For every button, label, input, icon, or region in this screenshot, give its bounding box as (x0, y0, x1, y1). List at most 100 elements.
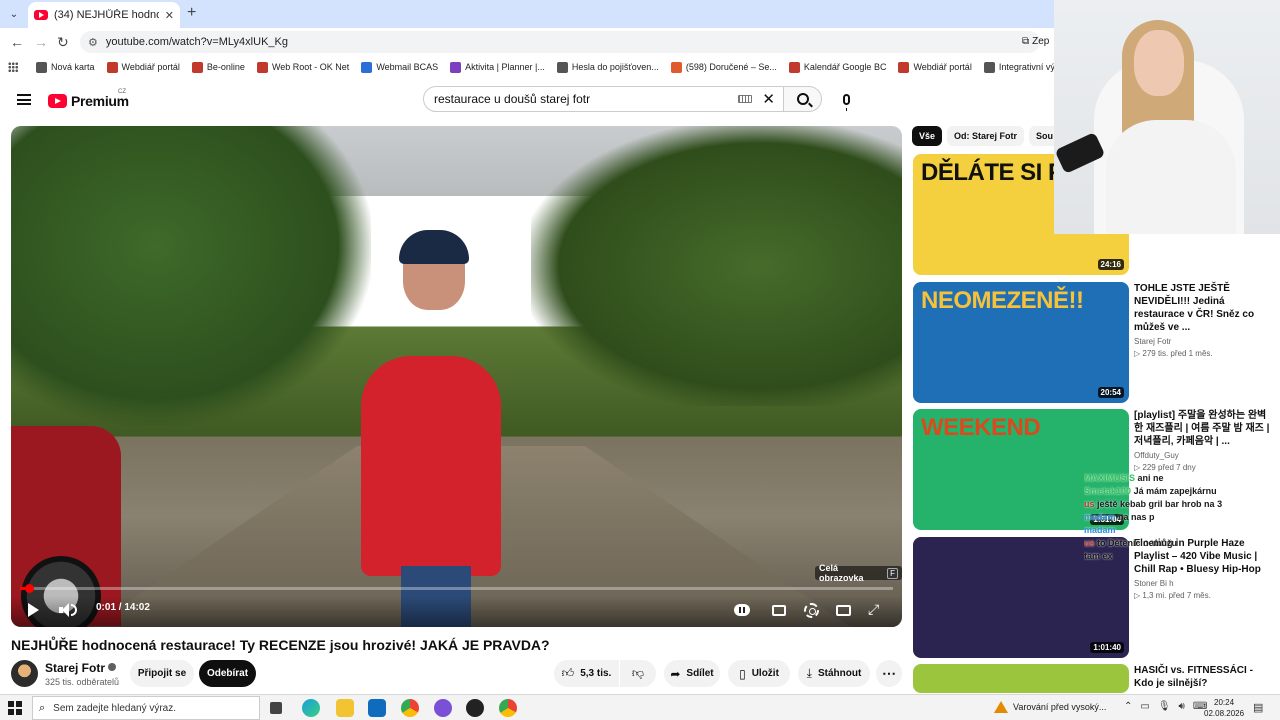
video-player[interactable]: Celá obrazovka F 0:01 / 14:02 ⤢ (11, 126, 902, 627)
bookmark-label: Hesla do pojišťoven... (571, 62, 659, 72)
join-button[interactable]: Připojit se (130, 660, 194, 687)
speaker-icon[interactable]: 🔊︎ (1179, 701, 1185, 712)
bookmark-item[interactable]: Nová karta (36, 61, 95, 73)
recommendation-stats: ▷ 279 tis. před 1 měs. (1134, 349, 1213, 358)
webcam-overlay (1054, 0, 1280, 234)
bookmark-item[interactable]: (598) Doručené – Se... (670, 61, 777, 73)
fullscreen-tooltip-label: Celá obrazovka (819, 563, 864, 583)
filter-chips: Vše Od: Starej Fotr Sou (912, 126, 1054, 146)
search-input[interactable]: restaurace u doušů starej fotr ✕ (423, 86, 784, 112)
video-progress-bar[interactable] (20, 584, 893, 593)
autoplay-toggle-icon[interactable] (734, 604, 750, 616)
weather-warning[interactable]: Varování před vysoký... (994, 701, 1106, 713)
obs-icon[interactable] (466, 699, 484, 717)
thumbnail-text: NEOMEZENĚ!! (921, 287, 1084, 314)
youtube-header: Premium CZ restaurace u doušů starej fot… (0, 78, 1054, 122)
recommendation-thumbnail[interactable] (913, 664, 1129, 693)
thumbnail-text: WEEKEND (921, 414, 1041, 441)
network-icon[interactable]: ▭ (1140, 701, 1149, 712)
save-button[interactable]: ▯ Uložit (728, 660, 790, 687)
address-bar[interactable]: ⚙ youtube.com/watch?v=MLy4xlUK_Kg (80, 31, 1040, 53)
tray-chevron-icon[interactable]: ⌃ (1124, 701, 1132, 712)
logo-text: Premium (71, 93, 129, 109)
forward-arrow-icon[interactable]: → (34, 34, 48, 50)
bookmark-item[interactable]: Aktivita | Planner |... (450, 61, 545, 73)
search-button[interactable] (784, 86, 822, 112)
subscriber-count: 325 tis. odběratelů (45, 677, 120, 687)
task-view-icon[interactable] (270, 702, 282, 714)
bookmark-item[interactable]: Webdiář portál (106, 61, 180, 73)
file-explorer-icon[interactable] (336, 699, 354, 717)
settings-gear-icon[interactable] (804, 603, 819, 618)
fullscreen-icon[interactable]: ⤢ (868, 601, 884, 617)
warning-icon (994, 701, 1008, 713)
voice-search-button[interactable] (832, 86, 860, 112)
bookmark-label: Webdiář portál (121, 62, 180, 72)
windows-start-icon[interactable] (8, 701, 22, 715)
bookmark-label: Webdiář portál (913, 62, 972, 72)
chrome-icon[interactable] (401, 699, 419, 717)
messenger-icon[interactable] (434, 699, 452, 717)
filter-chip[interactable]: Od: Starej Fotr (947, 126, 1025, 146)
filter-chip[interactable]: Vše (912, 126, 943, 146)
chat-text: Já mám zapejkárnu (1133, 486, 1217, 496)
microphone-tray-icon[interactable]: 🎙︎ (1158, 701, 1171, 712)
chat-username: madam (1084, 525, 1116, 535)
site-info-icon[interactable]: ⚙ (88, 36, 98, 49)
more-actions-icon[interactable]: ⋯ (876, 660, 902, 687)
bookmark-item[interactable]: Webdiář portál (898, 61, 972, 73)
channel-avatar[interactable] (11, 660, 38, 687)
chat-text: ani ne (1137, 473, 1164, 483)
apps-grid-icon[interactable] (8, 62, 18, 72)
subtitles-icon[interactable] (772, 605, 786, 616)
bookmark-favicon-icon (191, 61, 203, 73)
bookmark-favicon-icon (106, 61, 118, 73)
notifications-icon[interactable]: ▤ (1253, 701, 1263, 714)
new-tab-plus-icon[interactable]: + (187, 5, 196, 21)
bookmark-item[interactable]: Kalendář Google BC (788, 61, 886, 73)
taskbar-clock[interactable]: 20:24 02.08.2026 (1204, 697, 1244, 719)
tab-close-icon[interactable]: ✕ (165, 9, 174, 22)
recommendation-meta[interactable]: HASIČI vs. FITNESSÁCI - Kdo je silnější? (1134, 664, 1274, 690)
keyboard-icon[interactable] (738, 95, 753, 103)
edge-browser-icon[interactable] (302, 699, 320, 717)
reload-icon[interactable]: ↻ (57, 34, 69, 50)
channel-name-text[interactable]: Starej Fotr (45, 661, 105, 675)
theater-mode-icon[interactable] (836, 605, 851, 616)
share-button[interactable]: ➦ Sdílet (664, 660, 720, 687)
outlook-icon[interactable] (368, 699, 386, 717)
bookmark-favicon-icon (788, 61, 800, 73)
clear-search-icon[interactable]: ✕ (762, 90, 775, 108)
chat-username: us (1084, 499, 1095, 509)
thumbs-up-icon: 👍︎ (561, 666, 575, 680)
progress-scrubber[interactable] (25, 584, 34, 593)
play-icon[interactable] (28, 603, 39, 617)
taskbar-search-input[interactable]: ⌕ Sem zadejte hledaný výraz. (32, 696, 260, 720)
menu-hamburger-icon[interactable] (17, 94, 31, 105)
player-controls: 0:01 / 14:02 ⤢ (11, 596, 902, 627)
recommendation-thumbnail[interactable]: NEOMEZENĚ!! 20:54 (913, 282, 1129, 403)
microphone-icon (842, 93, 850, 111)
back-arrow-icon[interactable]: ← (10, 34, 24, 50)
bookmark-item[interactable]: Be-online (191, 61, 245, 73)
volume-wave-icon (71, 604, 77, 616)
bookmark-item[interactable]: Web Root - OK Net (256, 61, 349, 73)
dislike-button[interactable]: 👎︎ (620, 660, 656, 687)
clock-time: 20:24 (1214, 698, 1235, 707)
chrome-profile-icon[interactable] (499, 699, 517, 717)
filter-chip[interactable]: Sou (1029, 126, 1054, 146)
tab-search-chevron-icon[interactable]: ⌄ (4, 4, 24, 24)
browser-tab-active[interactable]: (34) NEJHŮŘE hodnocená restaurace ✕ (28, 2, 180, 28)
subscribe-button[interactable]: Odebírat (199, 660, 256, 687)
bookmark-label: Nová karta (51, 62, 95, 72)
translate-button[interactable]: ⧉ Zep (1022, 36, 1049, 47)
bookmark-item[interactable]: Webmail BCAS (361, 61, 438, 73)
download-button[interactable]: ⤓ Stáhnout (798, 660, 870, 687)
channel-name[interactable]: Starej Fotr (45, 661, 117, 675)
logo-country-code: CZ (118, 89, 126, 95)
bookmark-item[interactable]: Hesla do pojišťoven... (556, 61, 659, 73)
recommendation-meta[interactable]: [playlist] 주말을 완성하는 완벽한 재즈플리 | 여름 주말 밤 재… (1134, 409, 1274, 472)
like-button[interactable]: 👍︎ 5,3 tis. (554, 660, 619, 687)
recommendation-meta[interactable]: TOHLE JSTE JEŠTĚ NEVIDĚLI!!! Jediná rest… (1134, 282, 1274, 358)
youtube-premium-logo[interactable]: Premium (48, 93, 129, 109)
